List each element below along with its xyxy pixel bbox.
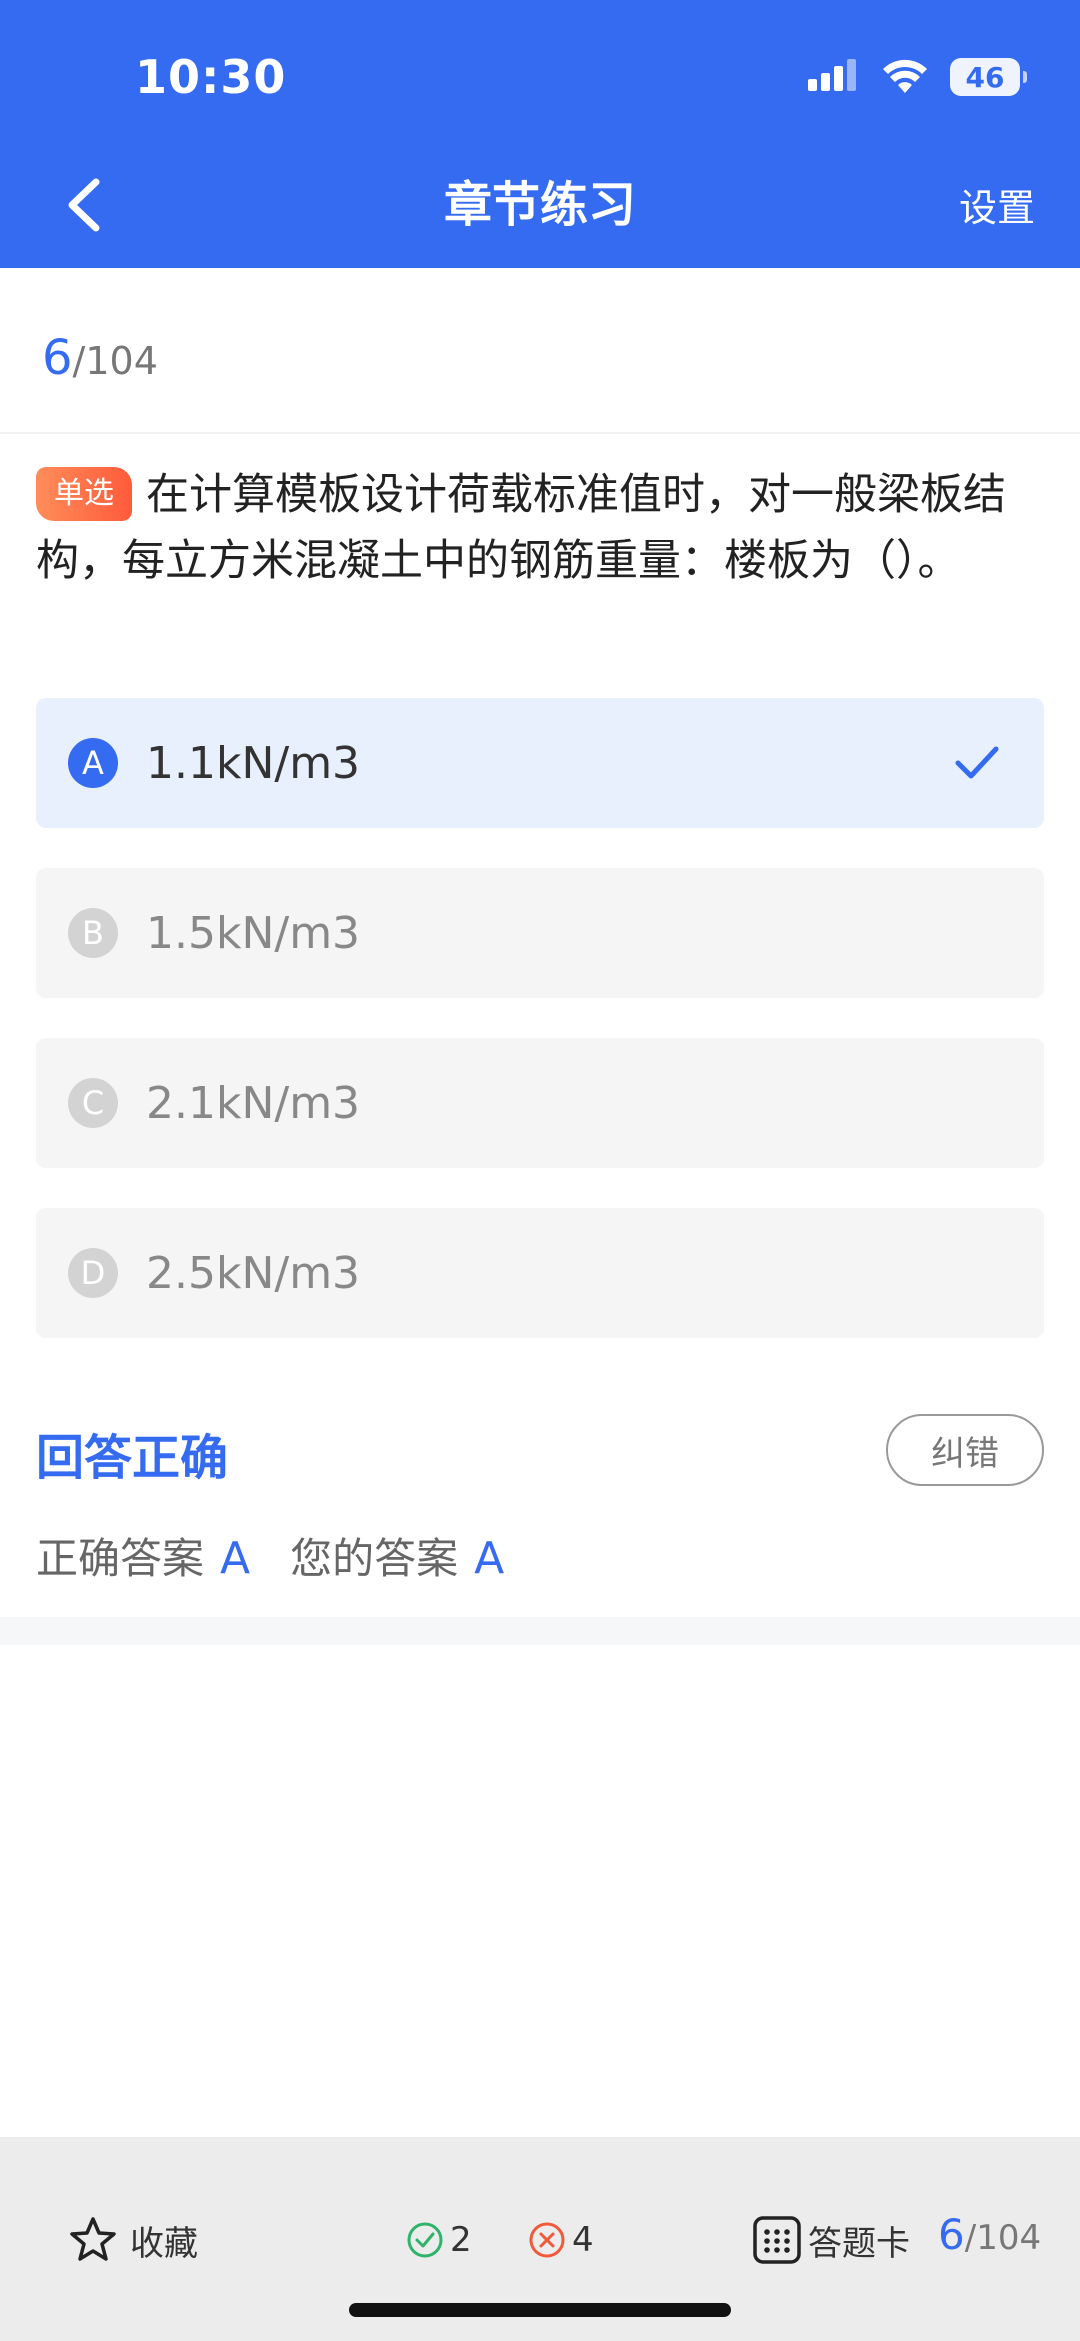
header: 10:30 46 章节练习 设置 [0, 0, 1080, 268]
option-text: 2.5kN/m3 [146, 1247, 361, 1299]
correct-answer-value: A [220, 1533, 251, 1584]
x-circle-icon [529, 2222, 565, 2258]
option-b[interactable]: B 1.5kN/m3 [36, 868, 1044, 998]
question-progress: 6 /104 [42, 330, 158, 410]
bottom-progress-current: 6 [938, 2210, 965, 2259]
page-title: 章节练习 [443, 177, 636, 233]
correct-count-value: 2 [450, 2220, 472, 2260]
wrong-count: 4 [528, 2210, 594, 2270]
grid-icon [753, 2216, 801, 2264]
question-text: 在计算模板设计荷载标准值时，对一般梁板结构，每立方米混凝土中的钢筋重量：楼板为（… [36, 470, 1006, 586]
bottom-progress-total: /104 [964, 2218, 1042, 2258]
option-letter: B [68, 908, 118, 958]
bottom-progress: 6 /104 [938, 2210, 1041, 2270]
option-letter: C [68, 1078, 118, 1128]
checkmark-icon [955, 746, 999, 779]
question-text-block: 单选 在计算模板设计荷载标准值时，对一般梁板结构，每立方米混凝土中的钢筋重量：楼板… [36, 462, 1046, 594]
option-text: 1.5kN/m3 [146, 907, 361, 959]
result-title: 回答正确 [36, 1430, 229, 1486]
answer-card-label: 答题卡 [808, 2223, 910, 2264]
correct-answer-label: 正确答案 [36, 1534, 205, 1583]
progress-total: /104 [72, 339, 158, 383]
your-answer-label: 您的答案 [290, 1534, 459, 1583]
correct-count: 2 [406, 2210, 472, 2270]
divider [0, 432, 1080, 434]
option-letter: A [68, 738, 118, 788]
wifi-icon [883, 59, 927, 93]
option-d[interactable]: D 2.5kN/m3 [36, 1208, 1044, 1338]
home-indicator[interactable] [349, 2303, 731, 2317]
status-time: 10:30 [135, 50, 287, 104]
answer-summary: 正确答案 A 您的答案 A [36, 1525, 544, 1586]
answer-card-button[interactable]: 答题卡 [752, 2210, 910, 2270]
option-a[interactable]: A 1.1kN/m3 [36, 698, 1044, 828]
option-letter: D [68, 1248, 118, 1298]
battery-icon: 46 [950, 58, 1027, 96]
wrong-count-value: 4 [572, 2220, 594, 2260]
question-type-badge: 单选 [36, 467, 132, 521]
section-divider [0, 1617, 1080, 1645]
status-icons: 46 [808, 54, 1027, 100]
favorite-label: 收藏 [130, 2223, 198, 2264]
check-circle-icon [407, 2222, 443, 2258]
report-error-button[interactable]: 纠错 [886, 1414, 1044, 1486]
star-icon [70, 2217, 116, 2261]
progress-current: 6 [42, 330, 73, 386]
option-text: 1.1kN/m3 [146, 737, 361, 789]
option-c[interactable]: C 2.1kN/m3 [36, 1038, 1044, 1168]
your-answer-value: A [474, 1533, 505, 1584]
favorite-button[interactable]: 收藏 [68, 2210, 198, 2270]
settings-button[interactable]: 设置 [959, 178, 1035, 238]
option-text: 2.1kN/m3 [146, 1077, 361, 1129]
signal-icon [808, 59, 856, 91]
